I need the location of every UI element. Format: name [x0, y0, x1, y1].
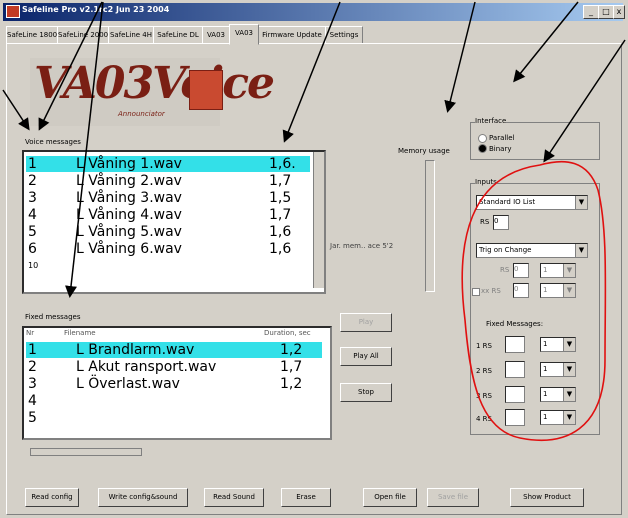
play-button[interactable]: Play — [340, 313, 392, 332]
memory-usage-bar — [425, 160, 435, 292]
app-icon — [6, 5, 20, 18]
fixed-rs-1-select[interactable]: 1 ▼ — [540, 337, 576, 352]
list-item[interactable]: 4L Våning 4.wav 1,7 — [26, 207, 310, 223]
tab-va03[interactable]: VA03 — [229, 24, 259, 45]
tab-safeline-1800[interactable]: SafeLine 1800 — [6, 26, 58, 44]
tab-safeline-dl[interactable]: SafeLine DL — [153, 26, 203, 44]
column-header-filename[interactable]: Filename — [64, 329, 96, 337]
input-list-select[interactable]: Standard IO List ▼ — [476, 195, 588, 210]
rs2-field[interactable]: 0 — [513, 263, 529, 278]
tab-settings[interactable]: Settings — [325, 26, 363, 44]
tab-firmware-update[interactable]: Firmware Update — [258, 26, 326, 44]
radio-parallel-label: Parallel — [489, 134, 515, 142]
fixed-rs-3-label: 3 RS — [476, 392, 492, 400]
column-header-nr[interactable]: Nr — [26, 329, 34, 337]
list-item[interactable]: 10 — [26, 258, 310, 274]
rs3-checkbox[interactable] — [472, 288, 480, 296]
tab-safeline-4h[interactable]: SafeLine 4H — [108, 26, 154, 44]
list-item[interactable]: 2L Våning 2.wav 1,7 — [26, 173, 310, 189]
fixed-rs-3-select[interactable]: 1 ▼ — [540, 387, 576, 402]
list-item[interactable]: 6L Våning 6.wav 1,6 — [26, 241, 310, 257]
close-icon[interactable]: x — [613, 5, 625, 19]
fixed-rs-2-label: 2 RS — [476, 367, 492, 375]
fixed-rs-4-label: 4 RS — [476, 415, 492, 423]
memory-usage-label: Memory usage — [398, 147, 450, 155]
column-header-duration[interactable]: Duration, sec — [264, 329, 311, 337]
rs3-field[interactable]: 0 — [513, 283, 529, 298]
voice-messages-list[interactable]: 1L Våning 1.wav 1,6. 2L Våning 2.wav 1,7 3… — [22, 150, 326, 294]
stop-button[interactable]: Stop — [340, 383, 392, 402]
table-row[interactable]: 5 — [26, 410, 322, 426]
fixed-rs-2-select[interactable]: 1 ▼ — [540, 362, 576, 377]
tab-bar: SafeLine 1800 SafeLine 2000 SafeLine 4H … — [6, 24, 622, 45]
read-config-button[interactable]: Read config — [25, 488, 79, 507]
radio-binary-label: Binary — [489, 145, 512, 153]
erase-button[interactable]: Erase — [281, 488, 331, 507]
tab-safeline-2000[interactable]: SafeLine 2000 — [57, 26, 109, 44]
write-config-sound-button[interactable]: Write config&sound — [98, 488, 188, 507]
memory-max-label: Jar. mem.. ace 5'2 — [330, 242, 394, 250]
list-item[interactable]: 1L Våning 1.wav 1,6. — [26, 156, 310, 172]
show-product-button[interactable]: Show Product — [510, 488, 584, 507]
trigger-select[interactable]: Trig on Change ▼ — [476, 243, 588, 258]
voice-messages-label: Voice messages — [25, 138, 81, 146]
open-file-button[interactable]: Open file — [363, 488, 417, 507]
radio-parallel[interactable] — [478, 134, 487, 143]
list-item[interactable]: 5L Våning 5.wav 1,6 — [26, 224, 310, 240]
fixed-messages-list[interactable]: Nr Filename Duration, sec 1L Brandlarm.w… — [22, 326, 332, 440]
inputs-label: Inputs — [475, 178, 497, 186]
rs-label: RS — [480, 218, 490, 226]
play-all-button[interactable]: Play All — [340, 347, 392, 366]
radio-binary[interactable] — [478, 144, 487, 153]
rs2-select[interactable]: 1 ▼ — [540, 263, 576, 278]
rs3-label: xx RS — [481, 287, 501, 295]
fixed-rs-4-select[interactable]: 1 ▼ — [540, 410, 576, 425]
logo-emblem-icon — [189, 70, 223, 110]
rs3-select[interactable]: 1 ▼ — [540, 283, 576, 298]
list-item[interactable]: 3L Våning 3.wav 1,5 — [26, 190, 310, 206]
table-row[interactable]: 2L Akut ransport.wav 1,7 — [26, 359, 322, 375]
fixed-rs-2-field[interactable] — [505, 361, 525, 378]
fixed-messages-inputs-label: Fixed Messages: — [486, 320, 544, 328]
fixed-rs-4-field[interactable] — [505, 409, 525, 426]
read-sound-button[interactable]: Read Sound — [204, 488, 264, 507]
progress-bar — [30, 448, 142, 456]
fixed-messages-label: Fixed messages — [25, 313, 81, 321]
minimize-icon[interactable]: _ — [583, 5, 599, 19]
save-file-button[interactable]: Save file — [427, 488, 479, 507]
table-row[interactable]: 3L Överlast.wav 1,2 — [26, 376, 322, 392]
rs-field[interactable]: 0 — [493, 215, 509, 230]
voice-list-scrollbar[interactable] — [313, 152, 324, 288]
window-title: Safeline Pro v2.1rc2 Jun 23 2004 — [22, 5, 170, 14]
interface-label: Interface — [475, 117, 507, 125]
fixed-rs-1-field[interactable] — [505, 336, 525, 353]
rs2-label: RS — [500, 266, 510, 274]
fixed-rs-1-label: 1 RS — [476, 342, 492, 350]
maximize-icon[interactable]: □ — [598, 5, 614, 19]
fixed-rs-3-field[interactable] — [505, 386, 525, 403]
logo-subtitle: Announciator — [118, 110, 165, 118]
table-row[interactable]: 4 — [26, 393, 322, 409]
table-row[interactable]: 1L Brandlarm.wav 1,2 — [26, 342, 322, 358]
tab-va03-a[interactable]: VA03 — [202, 26, 230, 44]
logo-text: VA03Voice — [34, 58, 275, 109]
